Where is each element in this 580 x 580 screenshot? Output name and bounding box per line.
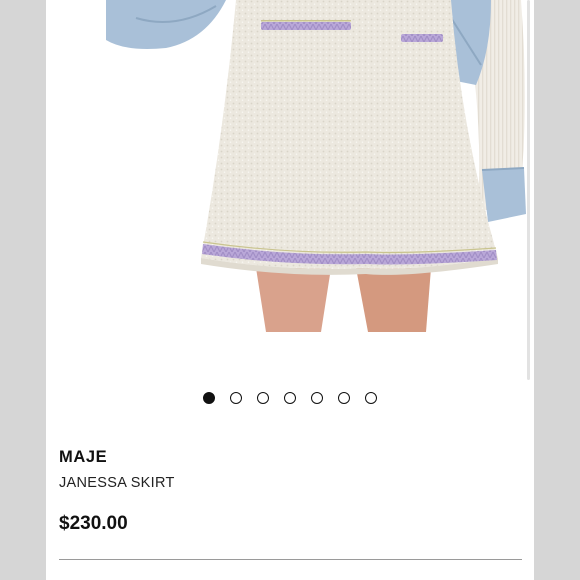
product-price: $230.00 [59, 513, 128, 534]
carousel-dot-7[interactable] [365, 392, 377, 404]
app-frame: MAJE JANESSA SKIRT $230.00 [0, 0, 580, 580]
skirt-image [106, 0, 526, 332]
product-info: MAJE JANESSA SKIRT $230.00 [46, 428, 534, 580]
carousel-dot-6[interactable] [338, 392, 350, 404]
carousel-dot-2[interactable] [230, 392, 242, 404]
divider [59, 559, 522, 560]
carousel-dot-3[interactable] [257, 392, 269, 404]
brand-name[interactable]: MAJE [59, 448, 107, 467]
carousel-pagination [46, 390, 534, 406]
product-photo[interactable] [106, 0, 526, 332]
product-page: MAJE JANESSA SKIRT $230.00 [46, 0, 534, 580]
product-title: JANESSA SKIRT [59, 475, 175, 491]
carousel-dot-1[interactable] [203, 392, 215, 404]
carousel-dot-4[interactable] [284, 392, 296, 404]
gallery-scrollbar[interactable] [527, 0, 530, 380]
image-carousel[interactable] [46, 0, 534, 428]
carousel-dot-5[interactable] [311, 392, 323, 404]
